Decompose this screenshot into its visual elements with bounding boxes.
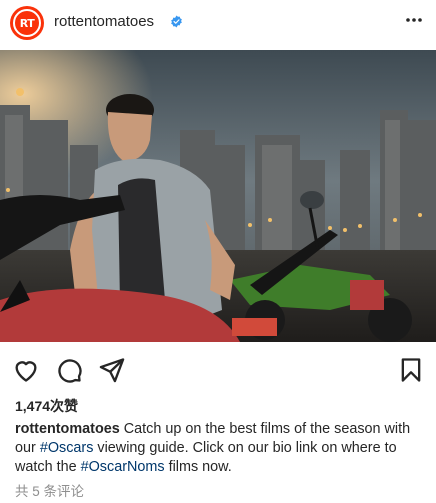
verified-badge-icon — [171, 15, 182, 28]
post-caption: rottentomatoes Catch up on the best film… — [15, 420, 425, 477]
post-header: RT rottentomatoes — [0, 0, 436, 50]
avatar[interactable]: RT — [10, 6, 44, 40]
likes-count[interactable]: 1,474次赞 — [15, 396, 78, 416]
more-horizontal-icon[interactable] — [404, 10, 424, 30]
post-photo-illustration — [0, 50, 436, 342]
post-photo[interactable] — [0, 50, 436, 342]
caption-text-3: films now. — [164, 459, 232, 475]
bookmark-icon[interactable] — [397, 356, 425, 384]
heart-icon[interactable] — [12, 356, 40, 384]
hashtag-oscarnoms[interactable]: #OscarNoms — [81, 459, 165, 475]
caption-username[interactable]: rottentomatoes — [15, 421, 120, 437]
hashtag-oscars[interactable]: #Oscars — [40, 440, 94, 456]
post-actions — [0, 356, 436, 386]
avatar-logo-text: RT — [13, 9, 41, 37]
view-comments-link[interactable]: 共 5 条评论 — [15, 480, 84, 500]
send-icon[interactable] — [98, 356, 126, 384]
comment-icon[interactable] — [55, 356, 83, 384]
username-link[interactable]: rottentomatoes — [54, 13, 154, 30]
